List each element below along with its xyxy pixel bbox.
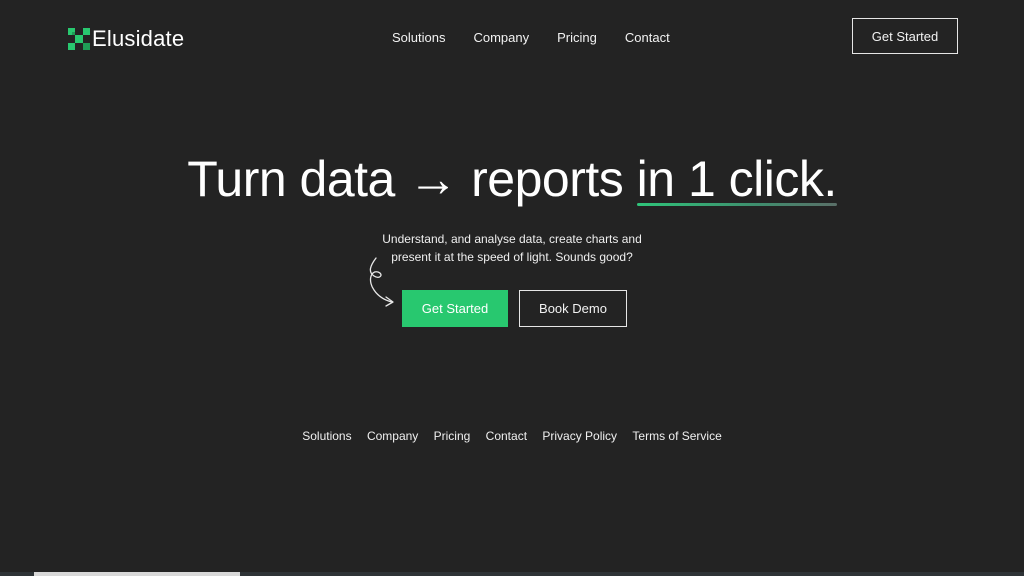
footer-link-privacy-policy[interactable]: Privacy Policy xyxy=(542,429,617,443)
hero-subtitle: Understand, and analyse data, create cha… xyxy=(362,230,662,266)
hero-get-started-button[interactable]: Get Started xyxy=(402,290,508,327)
footer-link-terms-of-service[interactable]: Terms of Service xyxy=(632,429,721,443)
scroll-indicator xyxy=(34,572,240,576)
hero-subtitle-line-1: Understand, and analyse data, create cha… xyxy=(382,232,642,246)
brand-name: Elusidate xyxy=(92,26,185,51)
hero-subtitle-line-2: present it at the speed of light. Sounds… xyxy=(391,250,633,264)
nav-link-contact[interactable]: Contact xyxy=(625,30,670,45)
hero-title: Turn data → reports in 1 click. xyxy=(0,150,1024,208)
site-header: Elusidate Solutions Company Pricing Cont… xyxy=(0,0,1024,76)
landing-page: Elusidate Solutions Company Pricing Cont… xyxy=(0,0,1024,576)
bottom-scroll-bar xyxy=(0,572,1024,576)
pixel-x-logo-icon xyxy=(68,28,90,50)
nav-link-company[interactable]: Company xyxy=(473,30,529,45)
brand-logo[interactable]: Elusidate xyxy=(68,26,184,52)
footer-link-company[interactable]: Company xyxy=(367,429,418,443)
hero-title-main: Turn data → reports xyxy=(187,151,637,207)
hero-title-highlight: in 1 click. xyxy=(636,151,837,207)
footer-link-pricing[interactable]: Pricing xyxy=(434,429,471,443)
main-nav: Solutions Company Pricing Contact xyxy=(392,30,670,45)
nav-link-solutions[interactable]: Solutions xyxy=(392,30,445,45)
footer-link-contact[interactable]: Contact xyxy=(486,429,527,443)
curly-arrow-icon xyxy=(369,257,394,307)
nav-link-pricing[interactable]: Pricing xyxy=(557,30,597,45)
footer-link-solutions[interactable]: Solutions xyxy=(302,429,351,443)
footer-nav: Solutions Company Pricing Contact Privac… xyxy=(0,429,1024,443)
header-get-started-button[interactable]: Get Started xyxy=(852,18,958,54)
book-demo-button[interactable]: Book Demo xyxy=(519,290,627,327)
